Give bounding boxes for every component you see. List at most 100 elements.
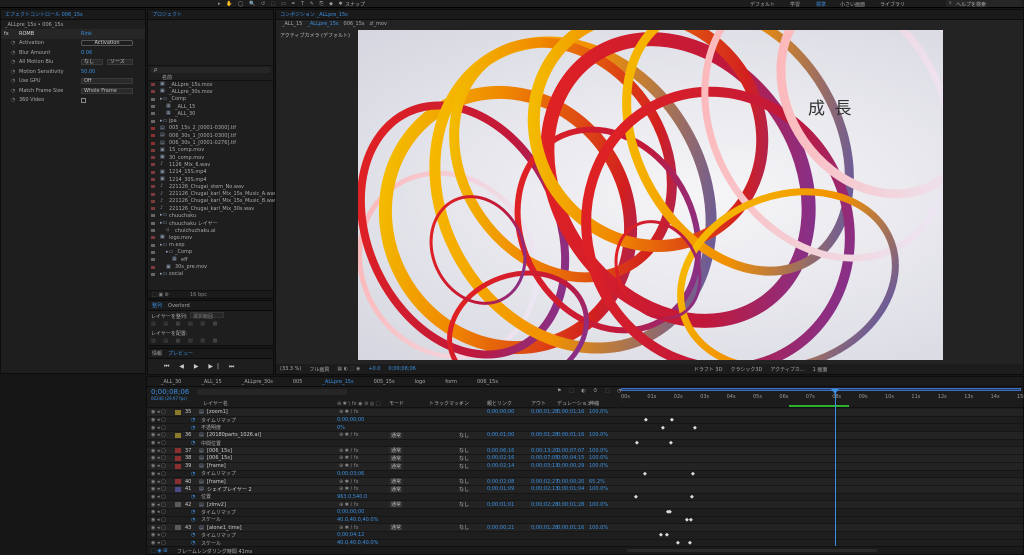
timeline-tab[interactable]: 006_15s bbox=[467, 379, 508, 385]
parent-dropdown[interactable]: なし bbox=[459, 432, 469, 439]
footer-icons[interactable]: ⬚ ◉ ⊞ bbox=[151, 548, 167, 554]
timeline-timecode[interactable]: 0;00;08;06 bbox=[151, 388, 189, 396]
effect-reset[interactable]: Rink bbox=[81, 31, 92, 37]
visibility-eye-icon[interactable]: ◉ ◂ ▢ bbox=[151, 448, 166, 454]
label-color-swatch[interactable] bbox=[151, 83, 155, 87]
visibility-eye-icon[interactable]: ◉ ◂ ▢ bbox=[151, 432, 166, 438]
workspace-library[interactable]: ライブラリ bbox=[880, 1, 905, 8]
parent-header[interactable]: 親とリンク bbox=[487, 400, 512, 407]
visibility-eye-icon[interactable]: ◉ ◂ ▢ bbox=[151, 479, 166, 485]
help-search[interactable]: ⌕ ヘルプを検索 bbox=[946, 0, 1022, 8]
crumb-zlmov[interactable]: zl_mov bbox=[370, 21, 387, 27]
in-header[interactable]: イン bbox=[459, 400, 469, 407]
timeline-tab[interactable]: 005_15s bbox=[364, 379, 405, 385]
timeline-tab[interactable]: _ALL_30 bbox=[151, 379, 191, 385]
blend-mode-dropdown[interactable]: 通常 bbox=[389, 431, 404, 439]
stopwatch-icon[interactable]: ◔ bbox=[191, 425, 195, 431]
in-point[interactable]: 0;00;01;01 bbox=[487, 502, 514, 508]
layer-row[interactable]: ◉ ◂ ▢ 42 ▤ [zlmv2] ⊕ ✱ / fx 通常 なし 0;00;01;01 0;0… bbox=[147, 501, 1023, 509]
property-value[interactable]: 0;00;00;00 bbox=[337, 417, 364, 423]
blend-mode-dropdown[interactable]: 通常 bbox=[389, 524, 404, 532]
layer-label-color[interactable] bbox=[175, 486, 181, 492]
label-color-swatch[interactable] bbox=[151, 170, 155, 174]
stopwatch-icon[interactable]: ◔ bbox=[11, 88, 15, 94]
layer-label-color[interactable] bbox=[175, 502, 181, 508]
in-point[interactable]: 0;00;01;00 bbox=[487, 432, 514, 438]
stretch-value[interactable]: 100.0% bbox=[589, 432, 608, 438]
visibility-eye-icon[interactable]: ◉ ◂ ▢ bbox=[151, 417, 166, 423]
label-color-swatch[interactable] bbox=[151, 163, 155, 167]
layer-switches[interactable]: ⊕ ✱ / fx bbox=[339, 502, 359, 508]
visibility-eye-icon[interactable]: ◉ ◂ ▢ bbox=[151, 517, 166, 523]
label-color-swatch[interactable] bbox=[151, 258, 155, 262]
property-row[interactable]: ◉ ◂ ▢ ◔ タイムリマップ 0;00;03;06 ◆ ◆ bbox=[147, 470, 1023, 479]
label-color-swatch[interactable] bbox=[151, 156, 155, 160]
label-color-swatch[interactable] bbox=[151, 185, 155, 189]
parent-dropdown[interactable]: なし bbox=[459, 524, 469, 531]
timeline-switch-icons[interactable]: ⚑ ⬚ ◐ ⏱ ⬚ ◔ bbox=[557, 388, 625, 394]
out-point[interactable]: 0;00;02;27 bbox=[531, 479, 558, 485]
project-name-header[interactable]: 名前 bbox=[162, 74, 172, 81]
project-item[interactable]: ▸▭ social bbox=[148, 271, 273, 278]
comp-viewer[interactable]: 成 長 bbox=[358, 30, 943, 360]
property-row[interactable]: ◉ ◂ ▢ ◔ 中間位置 ◆ ◆ bbox=[147, 439, 1023, 448]
layer-name[interactable]: [frame] bbox=[207, 463, 226, 469]
project-item[interactable]: ▣ logo.mov bbox=[148, 234, 273, 241]
blend-mode-dropdown[interactable]: 通常 bbox=[389, 501, 404, 509]
project-item[interactable]: ▣ 1214_15S.mp4 bbox=[148, 169, 273, 176]
project-item[interactable]: ▣ _ALLpre_15s.mov bbox=[148, 81, 273, 88]
project-item[interactable]: ♪ 1126_Mix_6.wav bbox=[148, 161, 273, 168]
visibility-eye-icon[interactable]: ◉ ◂ ▢ bbox=[151, 486, 166, 492]
draft-3d[interactable]: ドラフト 3D bbox=[694, 366, 723, 373]
in-point[interactable]: 0;00;02;14 bbox=[487, 463, 514, 469]
project-item[interactable]: ▣ 1214_30S.mp4 bbox=[148, 176, 273, 183]
time-ruler[interactable]: 00s 01s 02s 03s 04s 05s 06s 07s 08s 09s 10s 11s 12s 1… bbox=[619, 388, 1024, 408]
keyframe-icon[interactable]: ◆ bbox=[634, 494, 638, 500]
out-point[interactable]: 0;00;02;13 bbox=[531, 486, 558, 492]
stretch-value[interactable]: 65.2% bbox=[589, 479, 605, 485]
stopwatch-icon[interactable]: ◔ bbox=[191, 517, 195, 523]
project-item[interactable]: ♪ 221126_Chugai_karl_Mix_30s.wav bbox=[148, 205, 273, 212]
stopwatch-icon[interactable]: ◔ bbox=[11, 69, 15, 75]
layer-name[interactable]: シェイプレイヤー 2 bbox=[207, 486, 252, 493]
effect-row[interactable]: ◔ Motion Sensitivity 50.00 bbox=[1, 67, 145, 77]
label-color-swatch[interactable] bbox=[151, 192, 155, 196]
timeline-tab[interactable]: form bbox=[435, 379, 467, 385]
project-item[interactable]: ▤ 006_30s_1_[0001-0276].tif bbox=[148, 139, 273, 146]
layer-row[interactable]: ◉ ◂ ▢ 41 ▤ シェイプレイヤー 2 ⊕ ✱ / fx 通常 なし 0;00;01;09… bbox=[147, 485, 1023, 494]
property-value[interactable]: 40.0,40.0,40.0% bbox=[337, 517, 378, 523]
keyframe-icon[interactable]: ◆ bbox=[659, 532, 663, 538]
layer-label-color[interactable] bbox=[175, 525, 181, 531]
out-point[interactable]: 0;00;01;28 bbox=[531, 525, 558, 531]
workspace-standard[interactable]: 標準 bbox=[816, 1, 826, 8]
property-row[interactable]: ◉ ◂ ▢ ◔ 位置 963.0,540.0 ◆ ◆ bbox=[147, 493, 1023, 502]
duration-value[interactable]: 0;00;01;16 bbox=[557, 432, 584, 438]
label-color-swatch[interactable] bbox=[151, 97, 155, 101]
project-item[interactable]: ▸▭ _Comp bbox=[148, 96, 273, 103]
timeline-tab[interactable]: _ALLpre_30s bbox=[232, 379, 283, 385]
info-tab[interactable]: 情報 bbox=[152, 350, 162, 357]
layer-label-color[interactable] bbox=[175, 455, 181, 461]
property-row[interactable]: ◉ ◂ ▢ ◔ タイムリマップ 0;00;00;00 ◆ ◆ bbox=[147, 416, 1023, 425]
label-color-swatch[interactable] bbox=[151, 134, 155, 138]
project-tab[interactable]: プロジェクト bbox=[152, 11, 182, 18]
stopwatch-icon[interactable]: ◔ bbox=[11, 50, 15, 56]
property-row[interactable]: ◉ ◂ ▢ ◔ スケール 40.0,40.0,40.0% ◆ ◆ bbox=[147, 516, 1023, 525]
stretch-header[interactable]: 伸縮 bbox=[589, 400, 599, 407]
layer-row[interactable]: ◉ ◂ ▢ 40 ▤ [frame] ⊕ ✱ / fx 通常 なし 0;00;02;08 0;0… bbox=[147, 478, 1023, 486]
blend-mode-dropdown[interactable]: 通常 bbox=[389, 478, 404, 486]
workspace-small[interactable]: 小さい画面 bbox=[840, 1, 865, 8]
layer-label-color[interactable] bbox=[175, 463, 181, 469]
align-dropdown[interactable]: 選択範囲 bbox=[190, 312, 224, 320]
keyframe-icon[interactable]: ◆ bbox=[691, 471, 695, 477]
layer-row[interactable]: ◉ ◂ ▢ 43 ▤ [alone1_time] ⊕ ✱ / fx 通常 なし 0;00;00… bbox=[147, 524, 1023, 532]
layer-row[interactable]: ◉ ◂ ▢ 39 ▤ [frame] ⊕ ✱ / fx 通常 なし 0;00;02;14 0;0… bbox=[147, 462, 1023, 471]
stretch-value[interactable]: 100.0% bbox=[589, 525, 608, 531]
comp-footer-icons[interactable]: ▦ ◐ ⬚ ◉ bbox=[337, 366, 360, 372]
effect-dropdown-2[interactable]: ソース bbox=[107, 59, 133, 66]
visibility-eye-icon[interactable]: ◉ ◂ ▢ bbox=[151, 494, 166, 500]
stopwatch-icon[interactable]: ◔ bbox=[11, 78, 15, 84]
label-color-swatch[interactable] bbox=[151, 229, 155, 233]
crumb-all15[interactable]: _ALL_15 bbox=[282, 21, 302, 27]
project-item[interactable]: ▸▭ chuuchaku レイヤー bbox=[148, 220, 273, 227]
